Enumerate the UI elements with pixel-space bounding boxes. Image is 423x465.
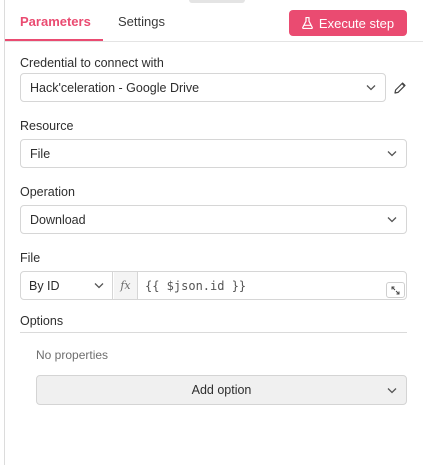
operation-select[interactable]: Download [20, 205, 407, 234]
resource-select[interactable]: File [20, 139, 407, 168]
add-option-label: Add option [191, 383, 252, 397]
chevron-down-icon [94, 283, 104, 289]
fx-icon: fx [114, 272, 138, 299]
chevron-down-icon [387, 151, 397, 157]
no-properties-text: No properties [36, 348, 109, 362]
expand-icon [391, 286, 400, 294]
add-option-button[interactable]: Add option [36, 375, 407, 405]
active-tab-indicator [5, 39, 103, 41]
file-input-row: By ID fx {{ $json.id }} [20, 271, 407, 300]
execute-step-button[interactable]: Execute step [289, 10, 407, 36]
file-mode-value: By ID [29, 278, 60, 293]
options-label: Options [20, 314, 64, 328]
chevron-down-icon [366, 85, 376, 91]
expand-editor-button[interactable] [386, 282, 405, 298]
options-divider [20, 332, 407, 333]
pencil-icon[interactable] [393, 81, 407, 95]
credential-label: Credential to connect with [20, 56, 164, 70]
credential-value: Hack'celeration - Google Drive [30, 80, 200, 95]
tab-settings[interactable]: Settings [118, 14, 165, 29]
resource-label: Resource [20, 119, 74, 133]
credential-select[interactable]: Hack'celeration - Google Drive [20, 73, 386, 102]
flask-icon [302, 17, 313, 29]
file-expression-input[interactable]: {{ $json.id }} [139, 272, 384, 299]
execute-step-label: Execute step [318, 15, 395, 31]
operation-value: Download [30, 212, 86, 227]
operation-label: Operation [20, 185, 75, 199]
file-label: File [20, 251, 41, 265]
chevron-down-icon [387, 388, 397, 394]
file-mode-select[interactable]: By ID [21, 272, 113, 299]
tab-bar: Parameters Settings Execute step [5, 0, 423, 42]
tab-parameters[interactable]: Parameters [20, 14, 91, 29]
node-parameters-panel: Parameters Settings Execute step Credent… [4, 0, 423, 465]
chevron-down-icon [387, 217, 397, 223]
resource-value: File [30, 146, 51, 161]
